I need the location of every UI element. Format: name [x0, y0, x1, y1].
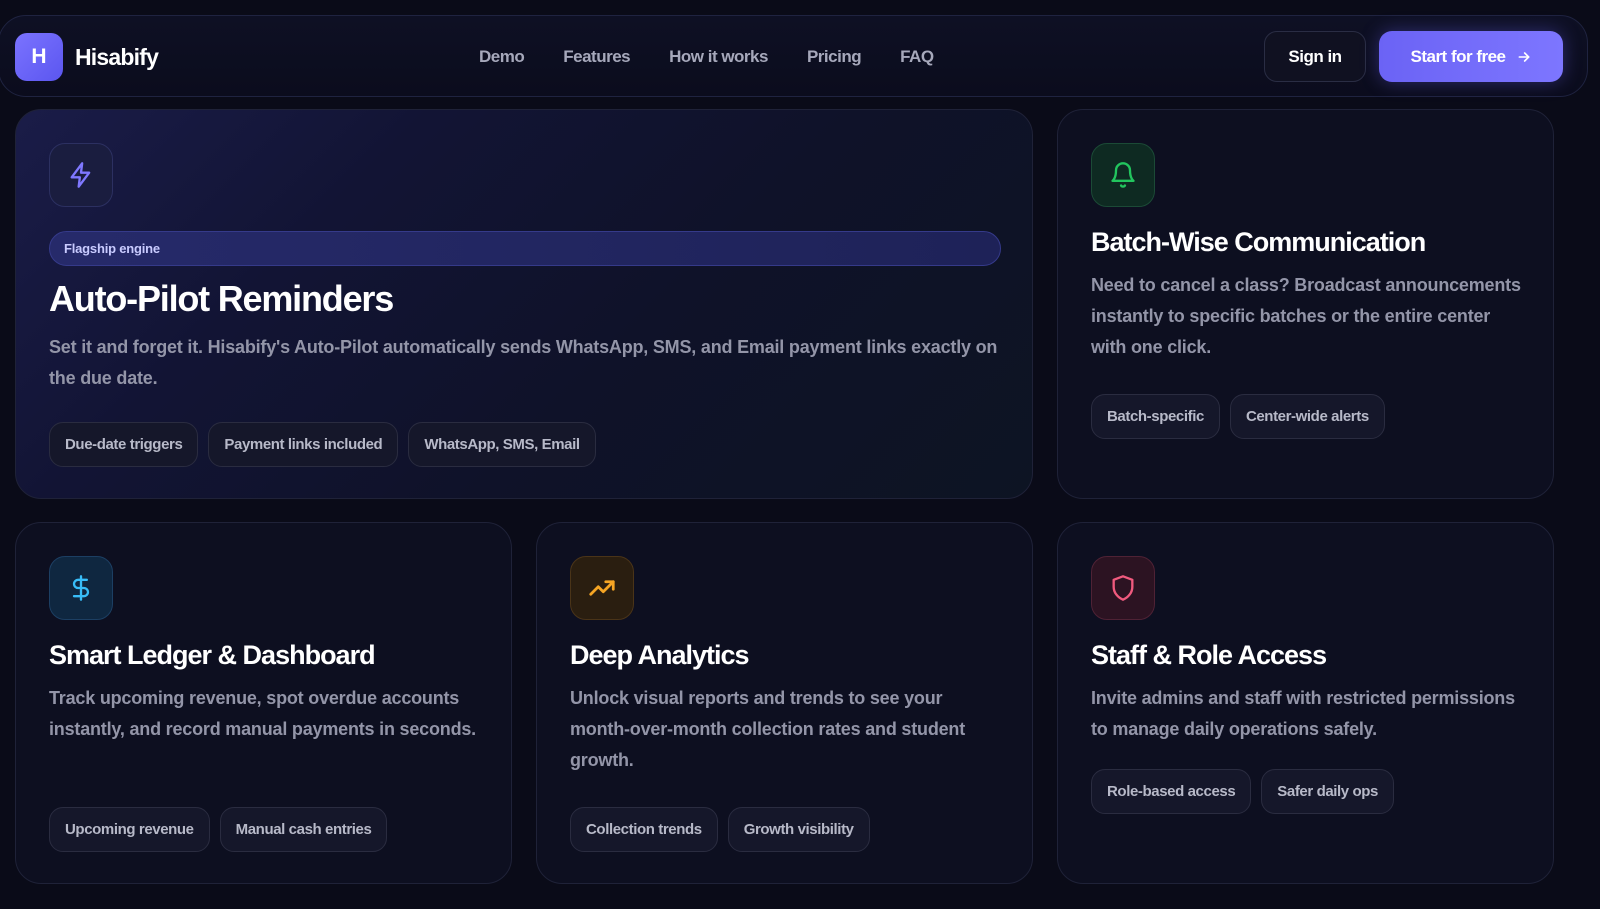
tag: WhatsApp, SMS, Email	[408, 422, 596, 467]
tag: Manual cash entries	[219, 807, 388, 852]
tag: Due-date triggers	[49, 422, 199, 467]
card-description: Unlock visual reports and trends to see …	[570, 688, 966, 770]
feature-card-batch-communication: Batch-Wise Communication Need to cancel …	[1057, 109, 1554, 499]
tag: Growth visibility	[727, 807, 870, 852]
feature-card-deep-analytics: Deep Analytics Unlock visual reports and…	[536, 522, 1033, 884]
flagship-badge: Flagship engine	[49, 231, 1001, 266]
start-for-free-label: Start for free	[1410, 46, 1506, 66]
brand[interactable]: H Hisabify	[15, 33, 159, 81]
feature-card-auto-pilot: Flagship engine Auto-Pilot Reminders Set…	[15, 109, 1033, 499]
icon-container	[49, 556, 113, 620]
card-title: Batch-Wise Communication	[1091, 227, 1426, 257]
icon-container	[49, 143, 113, 207]
tag: Payment links included	[208, 422, 399, 467]
lightning-icon	[70, 162, 91, 188]
tag: Role-based access	[1091, 769, 1252, 814]
top-navbar: H Hisabify Demo Features How it works Pr…	[0, 15, 1588, 97]
nav-link-pricing[interactable]: Pricing	[807, 47, 862, 67]
arrow-right-icon	[1518, 51, 1529, 62]
dollar-icon	[72, 575, 90, 601]
shield-icon	[1112, 575, 1134, 601]
tag: Center-wide alerts	[1229, 394, 1385, 439]
card-description: Invite admins and staff with restricted …	[1091, 688, 1515, 739]
card-title: Deep Analytics	[570, 640, 750, 670]
icon-container	[1091, 143, 1155, 207]
tag-list: Collection trends Growth visibility	[570, 807, 870, 852]
sign-in-label: Sign in	[1288, 46, 1342, 66]
tag: Batch-specific	[1091, 394, 1220, 439]
tag-list: Due-date triggers Payment links included…	[49, 422, 596, 467]
nav-link-faq[interactable]: FAQ	[900, 47, 934, 67]
nav-link-features[interactable]: Features	[563, 47, 630, 67]
card-description: Set it and forget it. Hisabify's Auto-Pi…	[49, 337, 998, 388]
feature-card-smart-ledger: Smart Ledger & Dashboard Track upcoming …	[15, 522, 512, 884]
tag-list: Batch-specific Center-wide alerts	[1091, 394, 1385, 439]
trending-up-icon	[589, 580, 615, 596]
nav-link-how-it-works[interactable]: How it works	[669, 47, 768, 67]
card-title: Smart Ledger & Dashboard	[49, 640, 376, 670]
bell-icon	[1111, 162, 1135, 188]
card-description: Track upcoming revenue, spot overdue acc…	[49, 688, 476, 739]
tag: Collection trends	[570, 807, 718, 852]
logo: H	[15, 33, 63, 81]
icon-container	[570, 556, 634, 620]
start-for-free-button[interactable]: Start for free	[1379, 31, 1563, 82]
nav-link-demo[interactable]: Demo	[479, 47, 525, 67]
card-description: Need to cancel a class? Broadcast announ…	[1091, 275, 1521, 357]
icon-container	[1091, 556, 1155, 620]
sign-in-button[interactable]: Sign in	[1264, 31, 1366, 82]
card-title: Auto-Pilot Reminders	[49, 278, 394, 319]
card-title: Staff & Role Access	[1091, 640, 1327, 670]
brand-name: Hisabify	[75, 43, 159, 70]
nav-links: Demo Features How it works Pricing FAQ	[479, 47, 934, 67]
tag-list: Upcoming revenue Manual cash entries	[49, 807, 388, 852]
tag: Upcoming revenue	[49, 807, 210, 852]
tag-list: Role-based access Safer daily ops	[1091, 769, 1394, 814]
tag: Safer daily ops	[1261, 769, 1394, 814]
feature-card-staff-access: Staff & Role Access Invite admins and st…	[1057, 522, 1554, 884]
